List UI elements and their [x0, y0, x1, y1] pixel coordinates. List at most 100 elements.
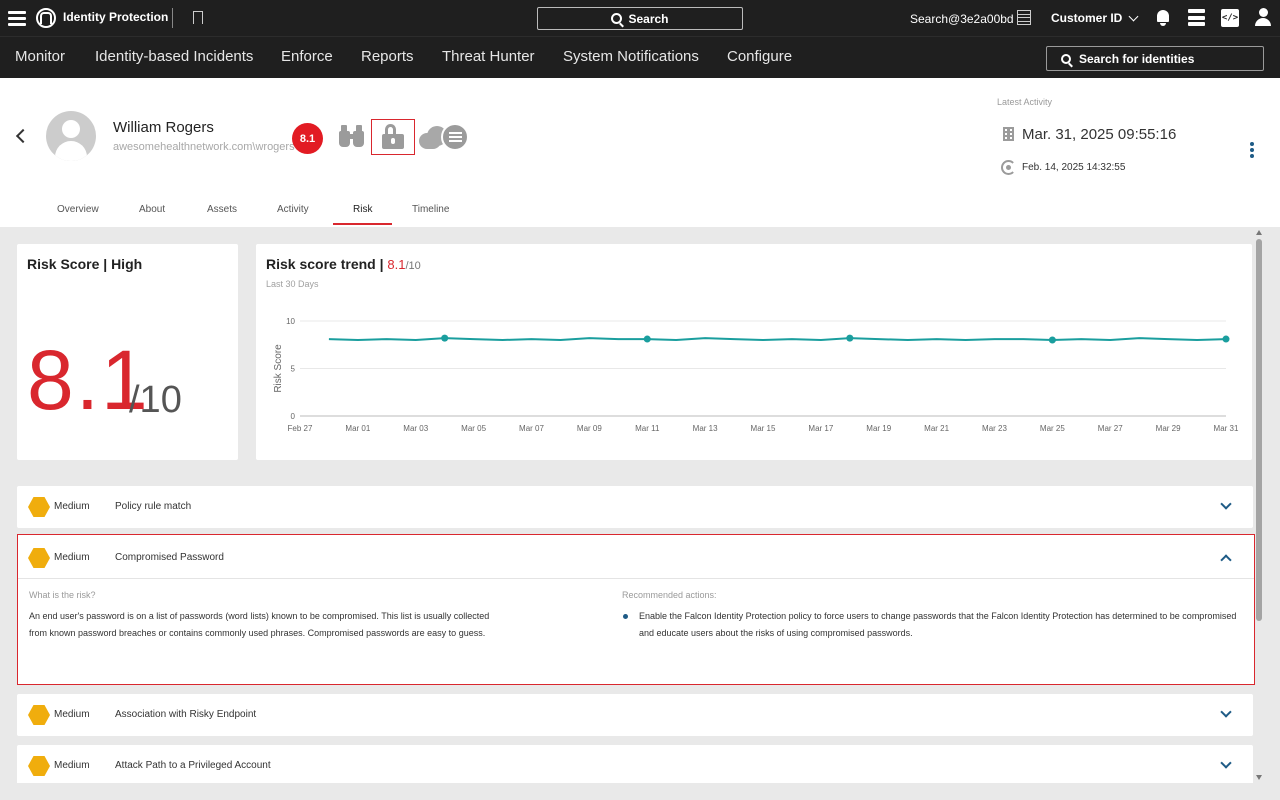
risk-description: An end user's password is on a list of p… — [29, 611, 490, 638]
risk-factor-row-expanded: Medium Compromised Password What is the … — [17, 534, 1255, 685]
nav-threat-hunter[interactable]: Threat Hunter — [442, 48, 535, 65]
identity-profile-header: William Rogers awesomehealthnetwork.com\… — [0, 78, 1280, 227]
tab-timeline[interactable]: Timeline — [412, 204, 449, 215]
y-tick-label: 0 — [291, 412, 296, 421]
active-tab-indicator — [333, 223, 392, 225]
risk-score-max: /10 — [129, 379, 182, 421]
viewport-bottom — [0, 783, 1280, 800]
identity-account: awesomehealthnetwork.com\wrogers — [113, 141, 295, 153]
risk-severity: Medium — [54, 709, 90, 720]
avatar — [46, 111, 96, 161]
x-tick-label: Feb 27 — [288, 424, 313, 433]
nav-enforce[interactable]: Enforce — [281, 48, 333, 65]
scrollbar[interactable] — [1254, 227, 1264, 783]
x-tick-label: Mar 27 — [1098, 424, 1123, 433]
building-icon — [1003, 127, 1014, 141]
recommended-actions-label: Recommended actions: — [622, 590, 717, 600]
nav-configure[interactable]: Configure — [727, 48, 792, 65]
chevron-down-icon[interactable] — [1220, 706, 1232, 718]
divider — [172, 8, 173, 28]
code-icon[interactable]: </> — [1221, 9, 1239, 27]
bell-icon[interactable] — [1155, 9, 1171, 27]
x-tick-label: Mar 01 — [345, 424, 370, 433]
nav-monitor[interactable]: Monitor — [15, 48, 65, 65]
x-tick-label: Mar 05 — [461, 424, 486, 433]
risk-trend-title-prefix: Risk score trend | — [266, 256, 388, 272]
medium-severity-hexagon-icon — [28, 705, 50, 725]
risk-title: Association with Risky Endpoint — [115, 709, 257, 720]
tab-assets[interactable]: Assets — [207, 204, 237, 215]
tab-about[interactable]: About — [139, 204, 165, 215]
risk-score-badge: 8.1 — [292, 123, 323, 154]
scroll-up-arrow-icon[interactable] — [1256, 230, 1262, 235]
risk-title: Compromised Password — [115, 552, 224, 563]
medium-severity-hexagon-icon — [28, 756, 50, 776]
divider — [18, 578, 1254, 579]
data-point — [1222, 335, 1230, 343]
risk-trend-chart: 0 5 10 Feb 27 Mar 01 Mar 03 Mar 05 Mar 07 Mar 09… — [273, 317, 1239, 433]
x-tick-label: Mar 03 — [403, 424, 428, 433]
identity-search-input[interactable]: Search for identities — [1046, 46, 1264, 71]
tab-overview[interactable]: Overview — [57, 204, 99, 215]
more-options-icon[interactable] — [1249, 142, 1255, 158]
customer-id-label: Customer ID — [1051, 11, 1123, 25]
nav-identity-based-incidents[interactable]: Identity-based Incidents — [95, 48, 253, 65]
y-axis-label: Risk Score — [273, 344, 284, 393]
scrollbar-thumb[interactable] — [1256, 239, 1262, 621]
nav-system-notifications[interactable]: System Notifications — [563, 48, 699, 65]
global-search-button[interactable]: Search — [537, 7, 743, 30]
y-tick-label: 5 — [291, 365, 296, 374]
x-tick-label: Mar 23 — [982, 424, 1007, 433]
latest-activity-date: Mar. 31, 2025 09:55:16 — [1022, 126, 1177, 143]
sync-icon — [1001, 160, 1016, 175]
menu-icon[interactable] — [6, 7, 28, 29]
unlocked-lock-icon[interactable] — [371, 119, 415, 155]
top-bar: Identity Protection Search Search@3e2a00… — [0, 0, 1280, 36]
x-tick-label: Mar 31 — [1214, 424, 1239, 433]
user-profile-icon[interactable] — [1254, 8, 1272, 27]
tab-risk[interactable]: Risk — [353, 204, 372, 215]
risk-severity: Medium — [54, 760, 90, 771]
risk-severity: Medium — [54, 501, 90, 512]
risk-score-title: Risk Score | High — [27, 256, 143, 272]
servers-icon[interactable] — [1188, 9, 1205, 26]
user-account-cid[interactable]: Search@3e2a00bd — [910, 12, 1014, 26]
risk-trend-score: 8.1 — [387, 257, 406, 272]
risk-factor-row[interactable]: Medium Attack Path to a Privileged Accou… — [17, 745, 1253, 787]
chevron-down-icon[interactable] — [1220, 757, 1232, 769]
latest-activity-label: Latest Activity — [997, 97, 1053, 107]
chevron-up-icon[interactable] — [1220, 554, 1232, 566]
tab-activity[interactable]: Activity — [277, 204, 309, 215]
binoculars-icon[interactable] — [338, 125, 366, 149]
x-tick-label: Mar 13 — [693, 424, 718, 433]
what-is-risk-label: What is the risk? — [29, 590, 96, 600]
sync-date: Feb. 14, 2025 14:32:55 — [1022, 162, 1126, 173]
risk-score-card: Risk Score | High 8.1 /10 — [17, 244, 238, 460]
cloud-directory-icon[interactable] — [419, 123, 471, 151]
x-tick-label: Mar 25 — [1040, 424, 1065, 433]
bullet-icon — [623, 614, 628, 619]
x-tick-label: Mar 09 — [577, 424, 602, 433]
scroll-down-arrow-icon[interactable] — [1256, 775, 1262, 780]
chevron-down-icon[interactable] — [1220, 498, 1232, 510]
nav-reports[interactable]: Reports — [361, 48, 414, 65]
x-tick-label: Mar 11 — [635, 424, 660, 433]
data-point — [643, 335, 651, 343]
x-tick-label: Mar 19 — [866, 424, 891, 433]
data-point — [846, 334, 854, 342]
risk-severity: Medium — [54, 552, 90, 563]
fingerprint-logo-icon — [36, 8, 56, 28]
back-chevron-icon[interactable] — [15, 128, 31, 144]
x-tick-label: Mar 29 — [1156, 424, 1181, 433]
x-tick-label: Mar 15 — [751, 424, 776, 433]
customer-id-dropdown[interactable]: Customer ID — [1051, 11, 1139, 25]
data-point — [1048, 336, 1056, 344]
risk-factor-row[interactable]: Medium Policy rule match — [17, 486, 1253, 528]
y-tick-label: 10 — [286, 317, 295, 326]
cid-grid-icon[interactable] — [1017, 10, 1031, 25]
risk-factor-row[interactable]: Medium Association with Risky Endpoint — [17, 694, 1253, 736]
bookmark-icon[interactable] — [193, 11, 203, 28]
risk-trend-subtitle: Last 30 Days — [266, 279, 319, 289]
medium-severity-hexagon-icon — [28, 548, 50, 568]
risk-trend-card: 0 5 10 Feb 27 Mar 01 Mar 03 Mar 05 Mar 07 Mar 09… — [256, 244, 1252, 460]
